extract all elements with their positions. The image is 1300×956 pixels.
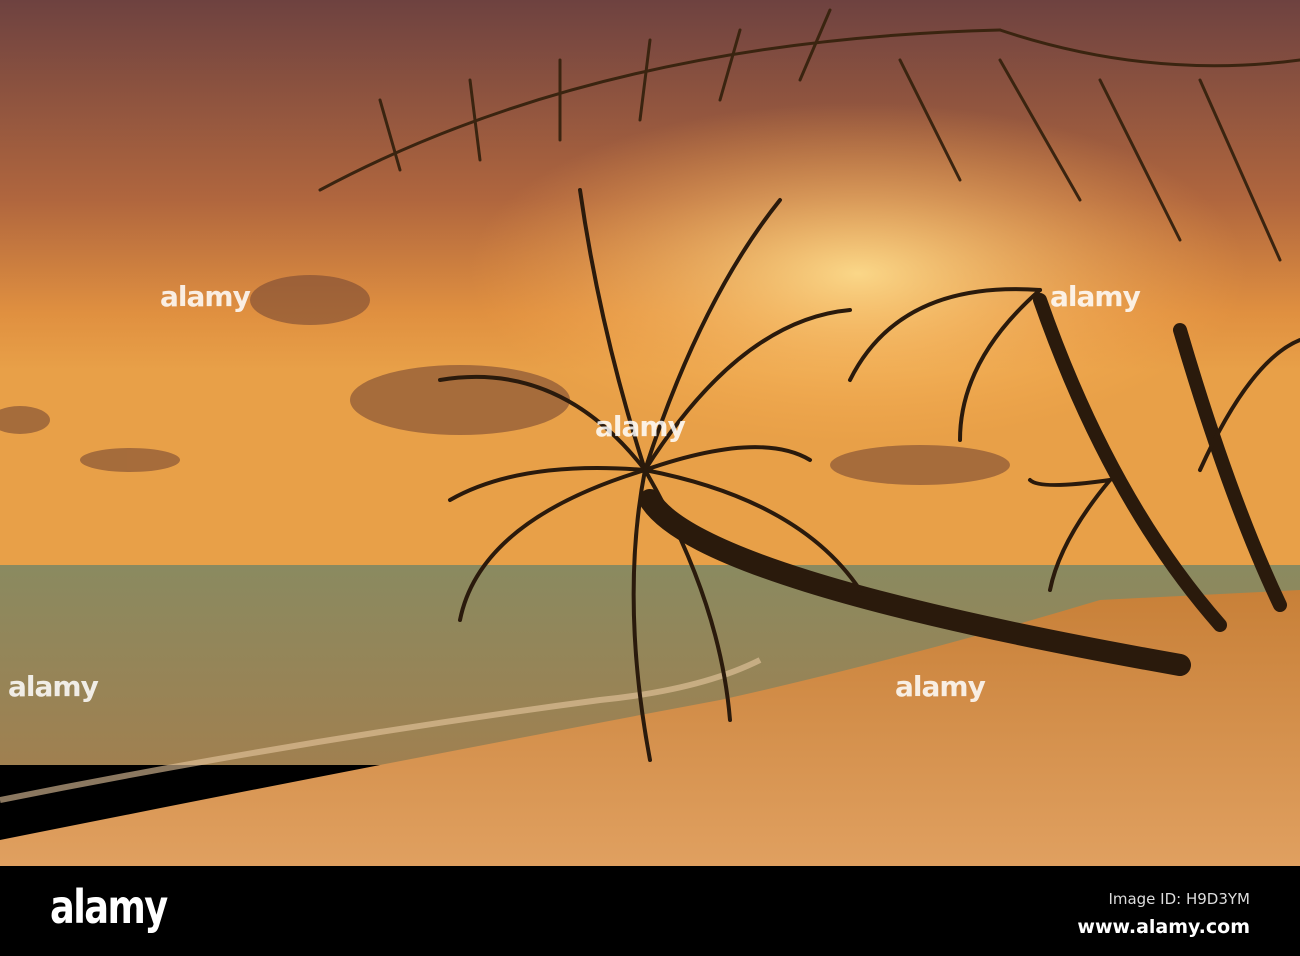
watermark: alamy xyxy=(160,280,251,313)
watermark: alamy xyxy=(895,670,986,703)
website-link[interactable]: www.alamy.com xyxy=(1077,916,1250,938)
alamy-logo: alamy xyxy=(50,880,168,934)
image-id: Image ID: H9D3YM xyxy=(1108,890,1250,908)
watermark: alamy xyxy=(595,410,686,443)
footer-bar: alamy Image ID: H9D3YM www.alamy.com xyxy=(0,866,1300,956)
watermark: alamy xyxy=(8,670,99,703)
watermark: alamy xyxy=(1050,280,1141,313)
stock-photo: alamy alamy alamy alamy alamy alamy Imag… xyxy=(0,0,1300,956)
